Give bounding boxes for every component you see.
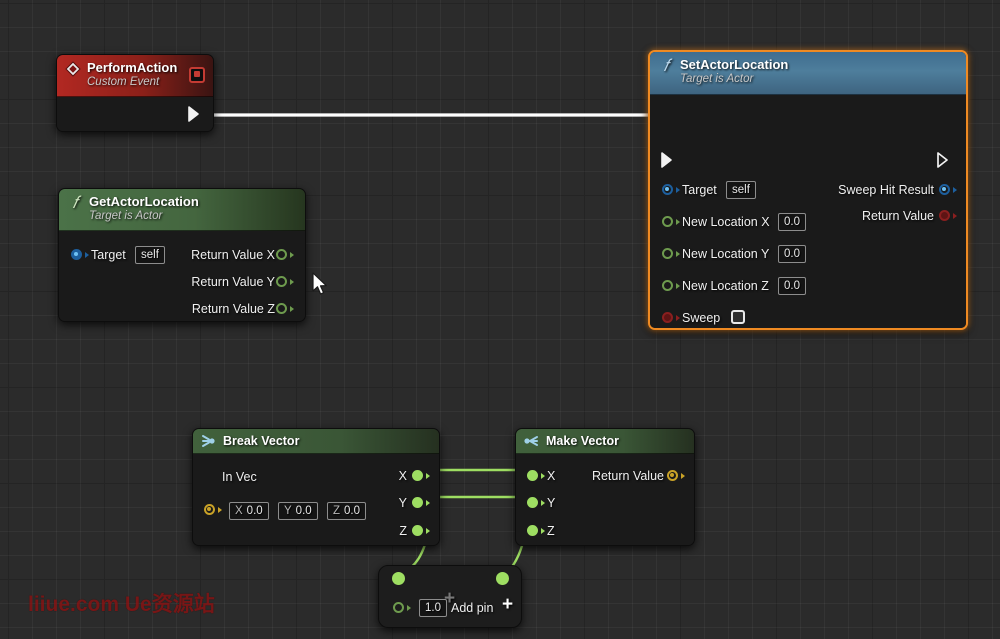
node-make-vector[interactable]: Make Vector X Y Z Return Value [515,428,695,546]
node-subtitle: Target is Actor [658,72,956,86]
add-pin-label[interactable]: Add pin [451,601,493,615]
return-value-y-label: Return Value Y [191,275,275,289]
input-x-pin[interactable] [527,470,540,483]
return-value-z-output-pin[interactable] [276,303,289,316]
in-vec-y-value: 0.0 [296,505,312,517]
return-value-output-pin[interactable] [939,210,952,223]
input-y-pin[interactable] [527,497,540,510]
add-pin-plus-icon[interactable]: + [502,594,513,616]
struct-input-pin[interactable] [204,504,217,517]
add-input-b-pin[interactable] [393,602,406,615]
output-y-label: Y [399,496,407,510]
return-value-z-label: Return Value Z [192,302,275,316]
add-input-b-field[interactable]: 1.0 [419,599,447,617]
node-break-vector[interactable]: Break Vector In Vec X 0.0 Y 0.0 Z 0.0 X Y [192,428,440,546]
new-location-y-label: New Location Y [682,247,769,261]
return-value-y-output-pin[interactable] [276,276,289,289]
sweep-label: Sweep [682,311,720,325]
node-title: PerformAction [65,60,203,75]
axis-z-label: Z [333,505,340,517]
target-label: Target [682,183,717,197]
node-header[interactable]: Break Vector [193,429,439,454]
node-performaction[interactable]: PerformAction Custom Event [56,54,214,132]
delegate-output-pin[interactable] [189,67,205,83]
node-body: X Y Z Return Value [516,454,694,545]
sweep-hit-result-label: Sweep Hit Result [838,183,934,197]
blueprint-graph-canvas[interactable]: PerformAction Custom Event 𝑓 SetActorLoc… [0,0,1000,639]
output-z-label: Z [399,524,407,538]
add-output-pin[interactable] [496,572,509,585]
return-value-x-label: Return Value X [191,248,275,262]
output-x-label: X [399,469,407,483]
axis-x-label: X [235,505,243,517]
node-header[interactable]: 𝑓 GetActorLocation Target is Actor [59,189,305,231]
return-value-label: Return Value [862,209,934,223]
node-setactorlocation[interactable]: 𝑓 SetActorLocation Target is Actor Targ [648,50,968,330]
make-struct-icon [524,434,540,450]
function-f-icon: 𝑓 [658,58,674,74]
exec-output-pin[interactable] [187,105,203,123]
node-title: Break Vector [201,434,429,449]
event-diamond-icon [65,61,81,77]
return-value-label: Return Value [592,469,664,483]
exec-output-pin[interactable] [936,151,952,169]
node-header[interactable]: Make Vector [516,429,694,454]
input-y-label: Y [547,496,555,510]
sweep-checkbox[interactable] [731,310,745,324]
node-body [57,97,213,131]
target-value-field[interactable]: self [135,246,165,264]
output-y-pin[interactable] [412,497,425,510]
new-location-z-field[interactable]: 0.0 [778,277,806,295]
in-vec-z-value: 0.0 [344,505,360,517]
axis-y-label: Y [284,505,292,517]
target-value-field[interactable]: self [726,181,756,199]
in-vec-x-field[interactable]: X 0.0 [229,502,269,520]
node-getactorlocation[interactable]: 𝑓 GetActorLocation Target is Actor Targe… [58,188,306,322]
new-location-x-field[interactable]: 0.0 [778,213,806,231]
node-body: Target self New Location X 0.0 New Locat… [650,95,966,330]
node-title: GetActorLocation [67,194,295,209]
node-subtitle: Custom Event [65,75,203,89]
target-input-pin[interactable] [662,184,675,197]
input-z-label: Z [547,524,555,538]
new-location-z-input-pin[interactable] [662,280,675,293]
break-struct-icon [201,434,217,450]
new-location-x-input-pin[interactable] [662,216,675,229]
node-body: Target self Return Value X Return Value … [59,231,305,321]
function-f-icon: 𝑓 [67,195,83,211]
in-vec-label: In Vec [222,470,257,484]
in-vec-y-field[interactable]: Y 0.0 [278,502,318,520]
node-title: Make Vector [524,434,684,449]
new-location-y-field[interactable]: 0.0 [778,245,806,263]
node-add[interactable]: + 1.0 Add pin + [378,565,522,628]
target-label: Target [91,248,126,262]
node-title: SetActorLocation [658,57,956,72]
sweep-hit-result-output-pin[interactable] [939,184,952,197]
input-z-pin[interactable] [527,525,540,538]
exec-input-pin[interactable] [660,151,676,169]
node-body: In Vec X 0.0 Y 0.0 Z 0.0 X Y Z [193,454,439,545]
in-vec-x-value: 0.0 [247,505,263,517]
add-input-a-pin[interactable] [392,572,405,585]
sweep-input-pin[interactable] [662,312,675,325]
return-value-output-pin[interactable] [667,470,680,483]
site-watermark: liiue.com Ue资源站 [28,588,215,618]
node-body: + 1.0 Add pin + [379,566,521,627]
arrow-cursor [312,272,330,303]
new-location-y-input-pin[interactable] [662,248,675,261]
output-x-pin[interactable] [412,470,425,483]
node-header[interactable]: 𝑓 SetActorLocation Target is Actor [650,52,966,95]
input-x-label: X [547,469,555,483]
new-location-x-label: New Location X [682,215,770,229]
output-z-pin[interactable] [412,525,425,538]
target-input-pin[interactable] [71,249,84,262]
return-value-x-output-pin[interactable] [276,249,289,262]
new-location-z-label: New Location Z [682,279,769,293]
node-subtitle: Target is Actor [67,209,295,223]
in-vec-z-field[interactable]: Z 0.0 [327,502,366,520]
